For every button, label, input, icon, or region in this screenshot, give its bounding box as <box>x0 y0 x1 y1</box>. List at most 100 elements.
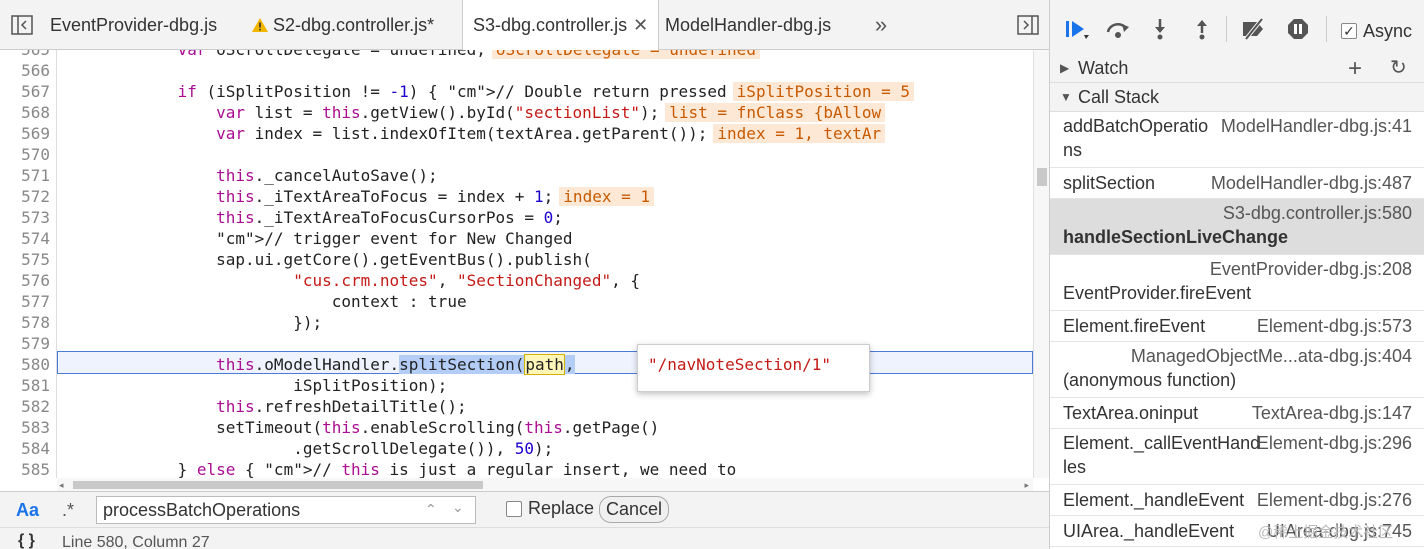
line-number[interactable]: 577 <box>0 291 50 312</box>
code-line[interactable]: this._iTextAreaToFocus = index + 1; index… <box>62 186 654 207</box>
line-number[interactable]: 583 <box>0 417 50 438</box>
line-number[interactable]: 575 <box>0 249 50 270</box>
code-line[interactable]: var list = this.getView().byId("sectionL… <box>62 102 886 123</box>
step-over-icon[interactable] <box>1104 18 1132 40</box>
tab-modelhandler[interactable]: ModelHandler-dbg.js <box>665 0 831 50</box>
code-line[interactable]: }); <box>62 312 322 333</box>
code-line[interactable]: iSplitPosition); <box>62 375 447 396</box>
line-number[interactable]: 580 <box>0 354 50 375</box>
line-number[interactable]: 565 <box>0 50 50 60</box>
close-tab-icon[interactable]: ✕ <box>633 0 648 50</box>
code-line[interactable]: "cus.crm.notes", "SectionChanged", { <box>62 270 640 291</box>
code-line[interactable]: .getScrollDelegate()), 50); <box>62 438 553 459</box>
code-line[interactable]: this._iTextAreaToFocusCursorPos = 0; <box>62 207 563 228</box>
line-number[interactable]: 584 <box>0 438 50 459</box>
tab-eventprovider[interactable]: EventProvider-dbg.js <box>50 0 217 50</box>
async-label[interactable]: Async <box>1363 21 1412 42</box>
debugger-sidebar: ✓ Async ▶ Watch + ↻ ▼ Call Stack addBatc… <box>1049 0 1424 549</box>
horizontal-scroll-thumb[interactable] <box>73 481 483 489</box>
status-bar: { } Line 580, Column 27 <box>0 527 1049 549</box>
code-line[interactable]: setTimeout(this.enableScrolling(this.get… <box>62 417 659 438</box>
step-into-icon[interactable] <box>1150 18 1170 40</box>
line-number[interactable]: 573 <box>0 207 50 228</box>
code-line[interactable]: } else { "cm">// this is just a regular … <box>62 459 737 478</box>
horizontal-scrollbar[interactable]: ◂ ▸ <box>57 478 1033 491</box>
scroll-left-icon[interactable]: ◂ <box>59 480 64 491</box>
replace-checkbox[interactable] <box>506 501 522 517</box>
code-line[interactable]: this._cancelAutoSave(); <box>62 165 438 186</box>
deactivate-breakpoints-icon[interactable] <box>1240 18 1268 40</box>
add-watch-icon[interactable]: + <box>1348 54 1362 83</box>
vertical-scrollbar[interactable] <box>1033 50 1049 478</box>
call-stack-frame[interactable]: EventProvider.fireEvent EventProvider-dbg… <box>1050 255 1424 311</box>
tab-s3-controller[interactable]: S3-dbg.controller.js ✕ <box>462 0 660 51</box>
step-out-icon[interactable] <box>1192 18 1212 40</box>
call-stack-frame[interactable]: (anonymous function) ManagedObjectMe...at… <box>1050 342 1424 398</box>
line-number[interactable]: 585 <box>0 459 50 478</box>
call-stack-frame[interactable]: Element.fireEvent Element-dbg.js:573 <box>1050 311 1424 342</box>
pause-on-exceptions-icon[interactable] <box>1286 18 1310 40</box>
code-line[interactable]: var oScrollDelegate = undefined;oScrollD… <box>62 50 760 60</box>
toggle-navigator-icon[interactable] <box>10 14 34 36</box>
frame-location[interactable]: Element-dbg.js:296 <box>1257 431 1412 455</box>
frame-location[interactable]: ManagedObjectMe...ata-dbg.js:404 <box>1131 344 1412 368</box>
tab-s2-controller[interactable]: S2-dbg.controller.js* <box>251 0 434 50</box>
toggle-debugger-sidebar-icon[interactable] <box>1016 14 1040 36</box>
pretty-print-icon[interactable]: { } <box>18 532 35 549</box>
cursor-position: Line 580, Column 27 <box>62 534 210 549</box>
more-tabs-icon[interactable]: » <box>870 12 892 37</box>
variable-value-popover: "/navNoteSection/1" <box>637 344 870 392</box>
code-line[interactable]: "cm">// trigger event for New Changed <box>62 228 572 249</box>
call-stack-frame[interactable]: addBatchOperatio ns ModelHandler-dbg.js:41 <box>1050 112 1424 168</box>
code-line[interactable]: this.refreshDetailTitle(); <box>62 396 466 417</box>
line-number[interactable]: 566 <box>0 60 50 81</box>
async-checkbox[interactable]: ✓ <box>1341 23 1357 39</box>
frame-location[interactable]: EventProvider-dbg.js:208 <box>1210 257 1412 281</box>
frame-location[interactable]: TextArea-dbg.js:147 <box>1252 401 1412 425</box>
code-area[interactable]: 5655665675685695705715725735745755765775… <box>0 50 1033 478</box>
search-input[interactable] <box>96 496 476 524</box>
line-number[interactable]: 567 <box>0 81 50 102</box>
call-stack-frame[interactable]: Element._callEventHand les Element-dbg.js:… <box>1050 429 1424 485</box>
regex-toggle[interactable]: .* <box>62 500 74 521</box>
line-number[interactable]: 574 <box>0 228 50 249</box>
frame-location[interactable]: ModelHandler-dbg.js:487 <box>1211 171 1412 195</box>
code-line[interactable]: context : true <box>62 291 467 312</box>
code-line[interactable]: this.oModelHandler.splitSection(path, <box>62 354 575 375</box>
toolbar-divider <box>1226 16 1227 42</box>
replace-label[interactable]: Replace <box>528 498 594 519</box>
code-line[interactable]: var index = list.indexOfItem(textArea.ge… <box>62 123 886 144</box>
line-number[interactable]: 581 <box>0 375 50 396</box>
call-stack-frame[interactable]: Element._handleEvent Element-dbg.js:276 <box>1050 485 1424 516</box>
frame-location[interactable]: Element-dbg.js:276 <box>1257 488 1412 512</box>
code-line[interactable]: sap.ui.getCore().getEventBus().publish( <box>62 249 592 270</box>
frame-location[interactable]: ModelHandler-dbg.js:41 <box>1221 114 1412 138</box>
line-number[interactable]: 568 <box>0 102 50 123</box>
frame-location[interactable]: Element-dbg.js:573 <box>1257 314 1412 338</box>
code-line[interactable]: if (iSplitPosition != -1) { "cm">// Doub… <box>62 81 915 102</box>
match-case-toggle[interactable]: Aa <box>16 500 39 521</box>
vertical-scroll-thumb[interactable] <box>1037 168 1047 186</box>
call-stack-frame[interactable]: splitSection ModelHandler-dbg.js:487 <box>1050 168 1424 199</box>
line-number[interactable]: 576 <box>0 270 50 291</box>
line-number[interactable]: 570 <box>0 144 50 165</box>
search-next-icon[interactable]: ⌄ <box>452 499 464 516</box>
watch-section-header[interactable]: ▶ Watch + ↻ <box>1050 54 1424 83</box>
line-number-gutter[interactable]: 5655665675685695705715725735745755765775… <box>0 50 57 478</box>
line-number[interactable]: 579 <box>0 333 50 354</box>
line-number[interactable]: 578 <box>0 312 50 333</box>
scroll-right-icon[interactable]: ▸ <box>1024 480 1029 491</box>
call-stack-section-header[interactable]: ▼ Call Stack <box>1050 83 1424 112</box>
frame-location[interactable]: S3-dbg.controller.js:580 <box>1223 201 1412 225</box>
search-prev-icon[interactable]: ⌃ <box>425 501 437 518</box>
cancel-button[interactable]: Cancel <box>599 496 669 523</box>
line-number[interactable]: 569 <box>0 123 50 144</box>
line-number[interactable]: 571 <box>0 165 50 186</box>
frame-function-name: handleSectionLiveChange <box>1063 227 1289 247</box>
resume-icon[interactable] <box>1064 18 1090 40</box>
refresh-watch-icon[interactable]: ↻ <box>1390 54 1407 83</box>
call-stack-frame[interactable]: handleSectionLiveChange S3-dbg.controller… <box>1050 199 1424 255</box>
line-number[interactable]: 582 <box>0 396 50 417</box>
line-number[interactable]: 572 <box>0 186 50 207</box>
call-stack-frame[interactable]: TextArea.oninput TextArea-dbg.js:147 <box>1050 398 1424 429</box>
